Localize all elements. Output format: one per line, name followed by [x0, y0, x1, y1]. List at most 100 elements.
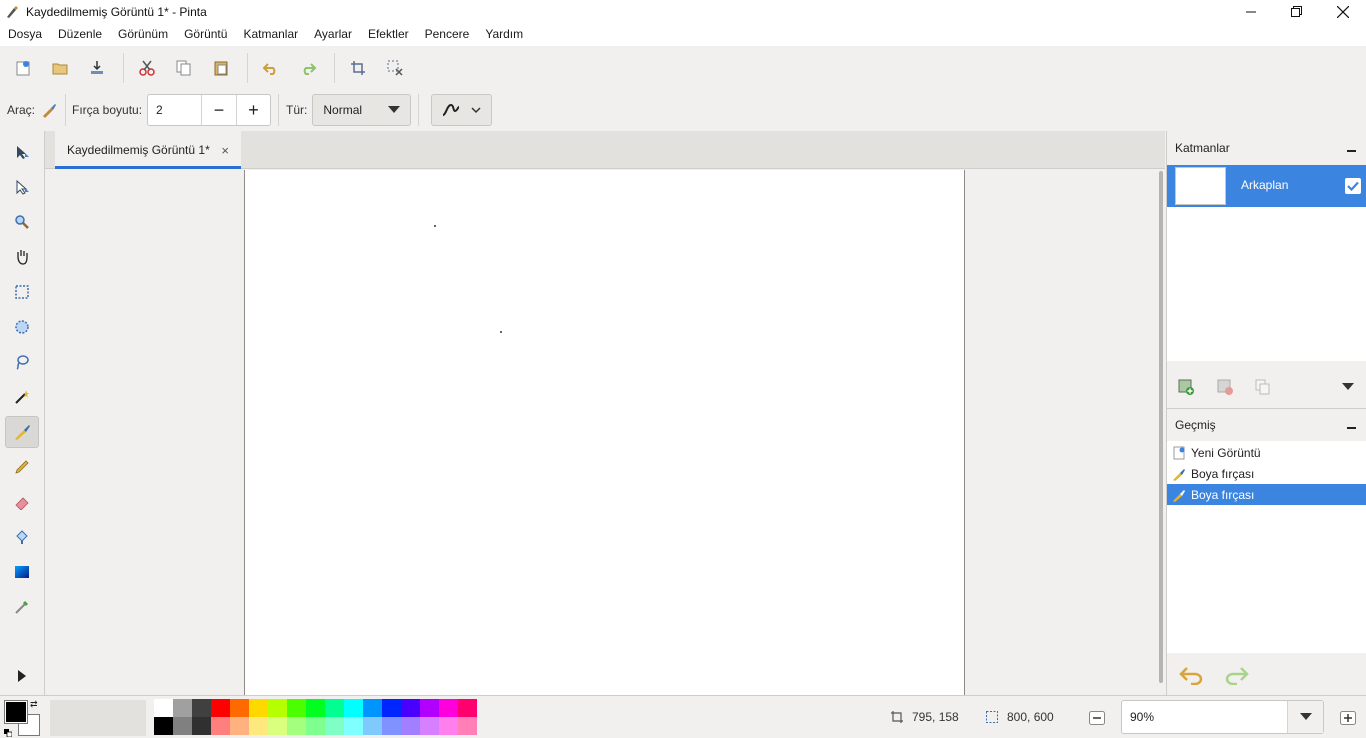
cut-button[interactable]: [132, 53, 162, 83]
history-item-selected[interactable]: Boya fırçası: [1167, 484, 1366, 505]
zoom-in-button[interactable]: [1338, 708, 1358, 728]
vertical-scrollbar[interactable]: [1159, 171, 1163, 683]
zoom-dropdown-button[interactable]: [1287, 701, 1323, 733]
palette-swatch[interactable]: [420, 699, 439, 717]
open-button[interactable]: [45, 53, 75, 83]
paste-button[interactable]: [206, 53, 236, 83]
palette-swatch[interactable]: [268, 717, 287, 735]
tool-zoom[interactable]: [5, 206, 39, 238]
layers-collapse-button[interactable]: [1347, 150, 1356, 152]
tool-paint-bucket[interactable]: [5, 521, 39, 553]
palette-swatch[interactable]: [306, 699, 325, 717]
history-undo-button[interactable]: [1179, 663, 1205, 688]
palette-swatch[interactable]: [211, 699, 230, 717]
undo-button[interactable]: [256, 53, 286, 83]
copy-button[interactable]: [169, 53, 199, 83]
palette-swatch[interactable]: [458, 717, 477, 735]
menu-effects[interactable]: Efektler: [360, 23, 417, 46]
palette-swatch[interactable]: [363, 699, 382, 717]
tool-gradient[interactable]: [5, 556, 39, 588]
tool-lasso-select[interactable]: [5, 346, 39, 378]
palette-swatch[interactable]: [439, 717, 458, 735]
palette-swatch[interactable]: [325, 699, 344, 717]
history-redo-button[interactable]: [1223, 663, 1249, 688]
palette-swatch[interactable]: [439, 699, 458, 717]
primary-color-swatch[interactable]: [4, 700, 28, 724]
tab-close-icon[interactable]: ×: [221, 143, 229, 158]
zoom-combobox[interactable]: 90%: [1121, 700, 1324, 734]
deselect-button[interactable]: [380, 53, 410, 83]
palette-swatch[interactable]: [382, 699, 401, 717]
palette-swatch[interactable]: [458, 699, 477, 717]
tool-pencil[interactable]: [5, 451, 39, 483]
palette-swatch[interactable]: [401, 699, 420, 717]
tool-magic-wand[interactable]: [5, 381, 39, 413]
tool-rectangle-select[interactable]: [5, 276, 39, 308]
tool-move-selected[interactable]: [5, 136, 39, 168]
minimize-button[interactable]: [1228, 0, 1274, 23]
palette-swatch[interactable]: [287, 699, 306, 717]
tool-color-picker[interactable]: [5, 591, 39, 623]
layer-visibility-checkbox[interactable]: [1345, 178, 1361, 194]
palette-swatch[interactable]: [344, 699, 363, 717]
menu-window[interactable]: Pencere: [417, 23, 478, 46]
redo-button[interactable]: [293, 53, 323, 83]
palette-swatch[interactable]: [173, 699, 192, 717]
menu-layers[interactable]: Katmanlar: [235, 23, 306, 46]
reset-colors-icon[interactable]: [4, 726, 13, 738]
palette-swatch[interactable]: [154, 699, 173, 717]
palette-swatch[interactable]: [420, 717, 439, 735]
history-item[interactable]: Yeni Görüntü: [1167, 442, 1366, 463]
restore-button[interactable]: [1274, 0, 1320, 23]
layer-properties-dropdown[interactable]: [1329, 372, 1366, 402]
palette-swatch[interactable]: [363, 717, 382, 735]
menu-view[interactable]: Görünüm: [110, 23, 176, 46]
delete-layer-button[interactable]: [1206, 372, 1245, 402]
palette-swatch[interactable]: [192, 699, 211, 717]
close-button[interactable]: [1320, 0, 1366, 23]
zoom-out-button[interactable]: [1087, 708, 1107, 728]
palette-swatch[interactable]: [249, 699, 268, 717]
palette-swatch[interactable]: [230, 699, 249, 717]
history-item[interactable]: Boya fırçası: [1167, 463, 1366, 484]
brush-size-increase-button[interactable]: +: [236, 95, 270, 125]
history-collapse-button[interactable]: [1347, 427, 1356, 429]
swap-colors-icon[interactable]: ⇄: [30, 699, 38, 710]
menu-help[interactable]: Yardım: [477, 23, 531, 46]
tool-pan[interactable]: [5, 241, 39, 273]
tool-ellipse-select[interactable]: [5, 311, 39, 343]
new-image-button[interactable]: [8, 53, 38, 83]
menu-file[interactable]: Dosya: [0, 23, 50, 46]
menu-image[interactable]: Görüntü: [176, 23, 235, 46]
palette-swatch[interactable]: [154, 717, 173, 735]
tool-paintbrush[interactable]: [5, 416, 39, 448]
more-tools-button[interactable]: [5, 660, 39, 692]
palette-swatch[interactable]: [211, 717, 230, 735]
brush-type-dropdown[interactable]: Normal: [312, 94, 412, 126]
save-button[interactable]: [82, 53, 112, 83]
duplicate-layer-button[interactable]: [1244, 372, 1283, 402]
palette-swatch[interactable]: [173, 717, 192, 735]
palette-swatch[interactable]: [192, 717, 211, 735]
add-layer-button[interactable]: [1167, 372, 1206, 402]
palette-swatch[interactable]: [401, 717, 420, 735]
palette-swatch[interactable]: [344, 717, 363, 735]
menu-adjustments[interactable]: Ayarlar: [306, 23, 360, 46]
tool-eraser[interactable]: [5, 486, 39, 518]
zoom-value[interactable]: 90%: [1122, 701, 1287, 733]
brush-size-decrease-button[interactable]: −: [202, 95, 236, 125]
antialiasing-dropdown[interactable]: [431, 94, 493, 126]
palette-swatch[interactable]: [230, 717, 249, 735]
menu-edit[interactable]: Düzenle: [50, 23, 110, 46]
crop-to-selection-button[interactable]: [343, 53, 373, 83]
palette-swatch[interactable]: [249, 717, 268, 735]
layer-item[interactable]: Arkaplan: [1167, 165, 1366, 207]
palette-swatch[interactable]: [382, 717, 401, 735]
image-canvas[interactable]: [244, 170, 965, 695]
palette-swatch[interactable]: [287, 717, 306, 735]
palette-swatch[interactable]: [306, 717, 325, 735]
tool-move-selection[interactable]: [5, 171, 39, 203]
brush-size-input[interactable]: 2: [148, 95, 203, 125]
document-tab[interactable]: Kaydedilmemiş Görüntü 1* ×: [55, 131, 241, 169]
palette-swatch[interactable]: [325, 717, 344, 735]
